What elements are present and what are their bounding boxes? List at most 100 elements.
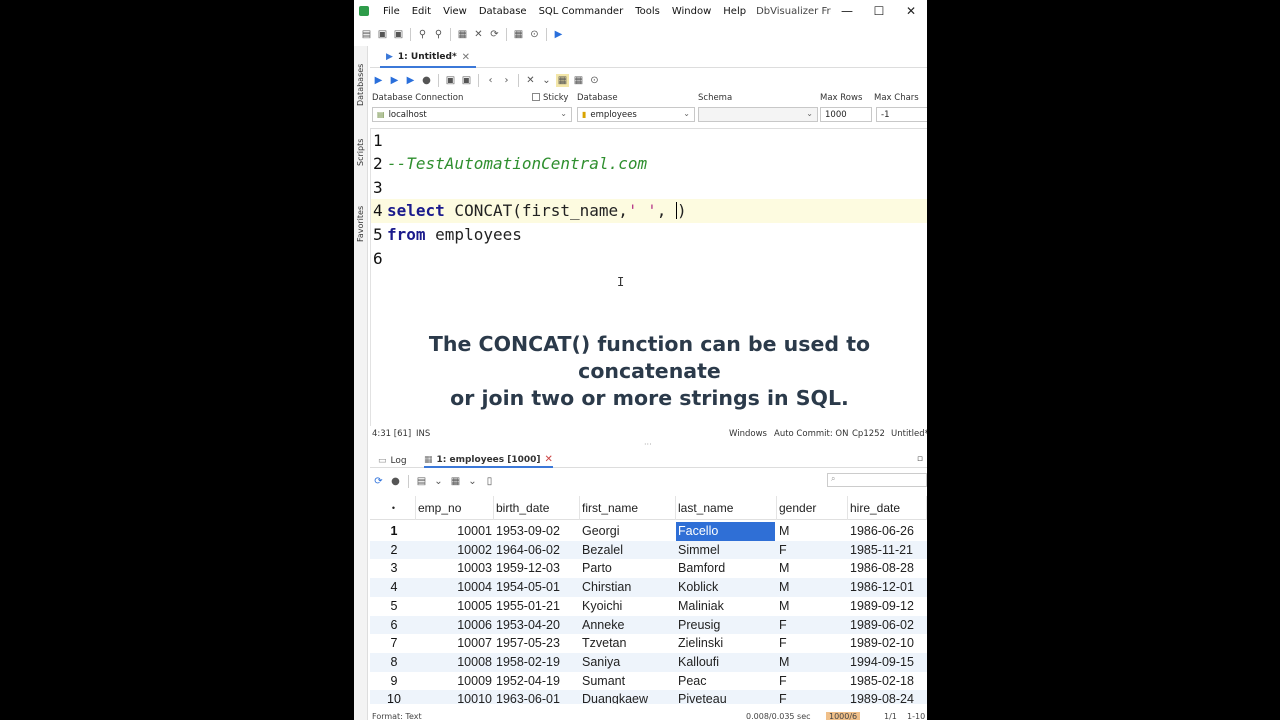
save-all-icon[interactable]: ▣ [392,28,405,41]
tab-log[interactable]: ▭ Log [378,453,407,468]
table-row[interactable]: 9 10009 1952-04-19 Sumant Peac F 1985-02-18 [370,672,927,691]
tab-result-employees[interactable]: ▦ 1: employees [1000] ✕ [424,453,553,468]
cell-hire-date[interactable]: 1994-09-15 [848,653,927,672]
sql-editor[interactable]: 1 2 --TestAutomationCentral.com 3 4 sele… [370,128,927,426]
cell-first-name[interactable]: Duangkaew [580,690,676,704]
properties-icon[interactable]: ▦ [456,28,469,41]
cell-first-name[interactable]: Tzvetan [580,634,676,653]
column-header-gender[interactable]: gender [777,496,848,520]
monitor-icon[interactable]: ⊙ [588,74,601,87]
checkbox-icon[interactable] [532,93,540,101]
cell-emp-no[interactable]: 10010 [416,690,494,704]
open-icon[interactable]: ▤ [360,28,373,41]
cell-hire-date[interactable]: 1989-02-10 [848,634,927,653]
cell-emp-no[interactable]: 10001 [416,522,494,541]
search-icon[interactable]: ⊙ [528,28,541,41]
table-row[interactable]: 7 10007 1957-05-23 Tzvetan Zielinski F 1989-02… [370,634,927,653]
rollback-icon[interactable]: ▣ [460,74,473,87]
execute-current-icon[interactable]: ▶ [388,74,401,87]
cell-emp-no[interactable]: 10006 [416,616,494,635]
column-header-birth-date[interactable]: birth_date [494,496,580,520]
columns-icon[interactable]: ▦ [449,475,462,488]
tools-dropdown-icon[interactable]: ✕ [524,74,537,87]
cell-first-name[interactable]: Anneke [580,616,676,635]
cell-first-name[interactable]: Georgi [580,522,676,541]
table-row[interactable]: 3 10003 1959-12-03 Parto Bamford M 1986-08-28 [370,559,927,578]
menu-view[interactable]: View [437,6,473,17]
refresh-icon[interactable]: ⟳ [488,28,501,41]
forward-icon[interactable]: › [500,74,513,87]
cell-hire-date[interactable]: 1989-06-02 [848,616,927,635]
grid-icon[interactable]: ▦ [512,28,525,41]
cell-last-name[interactable]: Piveteau [676,690,775,704]
maximize-panel-icon[interactable]: ▫ [917,454,923,464]
cell-hire-date[interactable]: 1989-09-12 [848,597,927,616]
menu-tools[interactable]: Tools [629,6,666,17]
connect-icon[interactable]: ⚲ [416,28,429,41]
cell-hire-date[interactable]: 1985-02-18 [848,672,927,691]
table-row[interactable]: 6 10006 1953-04-20 Anneke Preusig F 1989-06-02 [370,615,927,635]
cell-last-name[interactable]: Preusig [676,616,775,635]
chevron-down-icon[interactable]: ⌄ [466,475,479,488]
cell-hire-date[interactable]: 1986-12-01 [848,578,927,597]
cell-gender[interactable]: F [777,616,848,635]
cell-last-name[interactable]: Bamford [676,559,775,578]
cell-birth-date[interactable]: 1964-06-02 [494,541,580,560]
cell-birth-date[interactable]: 1953-09-02 [494,522,580,541]
cell-emp-no[interactable]: 10003 [416,559,494,578]
cell-hire-date[interactable]: 1986-06-26 [848,522,927,541]
export-icon[interactable]: ▤ [415,475,428,488]
cell-gender[interactable]: M [777,578,848,597]
cell-emp-no[interactable]: 10004 [416,578,494,597]
tab-close-icon[interactable]: ✕ [462,52,470,63]
column-header-first-name[interactable]: first_name [580,496,676,520]
cell-first-name[interactable]: Saniya [580,653,676,672]
results-search-input[interactable]: ⌕ [827,473,927,487]
table-row[interactable]: 4 10004 1954-05-01 Chirstian Koblick M 1986-12… [370,578,927,597]
autocommit-status[interactable]: Auto Commit: ON [774,429,848,439]
connection-select[interactable]: ▤ localhost ⌄ [372,107,572,122]
cell-first-name[interactable]: Parto [580,559,676,578]
max-chars-input[interactable]: -1 [876,107,927,122]
format-icon[interactable]: ▦ [556,73,569,87]
table-row[interactable]: 2 10002 1964-06-02 Bezalel Simmel F 1985-11-21 [370,540,927,560]
cell-last-name[interactable]: Maliniak [676,597,775,616]
splitter-handle[interactable]: ··· [644,440,652,449]
chevron-down-icon[interactable]: ⌄ [432,475,445,488]
cell-emp-no[interactable]: 10008 [416,653,494,672]
execute-buffer-icon[interactable]: ▶ [404,74,417,87]
close-button[interactable]: ✕ [895,4,927,18]
column-header-hire-date[interactable]: hire_date [848,496,927,520]
sticky-checkbox[interactable]: Sticky [532,93,568,103]
menu-file[interactable]: File [377,6,406,17]
cell-last-name[interactable]: Zielinski [676,634,775,653]
disconnect-icon[interactable]: ⚲ [432,28,445,41]
cell-birth-date[interactable]: 1963-06-01 [494,690,580,704]
cell-gender[interactable]: F [777,690,848,704]
cell-gender[interactable]: F [777,634,848,653]
schema-select[interactable]: ⌄ [698,107,818,122]
cell-birth-date[interactable]: 1953-04-20 [494,616,580,635]
menu-window[interactable]: Window [666,6,717,17]
cell-last-name[interactable]: Koblick [676,578,775,597]
menu-sql-commander[interactable]: SQL Commander [533,6,630,17]
chevron-down-icon[interactable]: ⌄ [540,74,553,87]
back-icon[interactable]: ‹ [484,74,497,87]
cell-gender[interactable]: F [777,672,848,691]
commit-icon[interactable]: ▣ [444,74,457,87]
cell-gender[interactable]: F [777,541,848,560]
cell-first-name[interactable]: Bezalel [580,541,676,560]
execute-icon[interactable]: ▶ [372,74,385,87]
cell-first-name[interactable]: Sumant [580,672,676,691]
explain-icon[interactable]: ▦ [572,74,585,87]
save-icon[interactable]: ▣ [376,28,389,41]
cell-emp-no[interactable]: 10005 [416,597,494,616]
cell-birth-date[interactable]: 1959-12-03 [494,559,580,578]
max-rows-input[interactable]: 1000 [820,107,872,122]
table-row[interactable]: 10 10010 1963-06-01 Duangkaew Piveteau F 1989-… [370,690,927,704]
cell-last-name[interactable]: Kalloufi [676,653,775,672]
column-header-last-name[interactable]: last_name [676,496,777,520]
cell-birth-date[interactable]: 1952-04-19 [494,672,580,691]
cell-first-name[interactable]: Chirstian [580,578,676,597]
cell-first-name[interactable]: Kyoichi [580,597,676,616]
